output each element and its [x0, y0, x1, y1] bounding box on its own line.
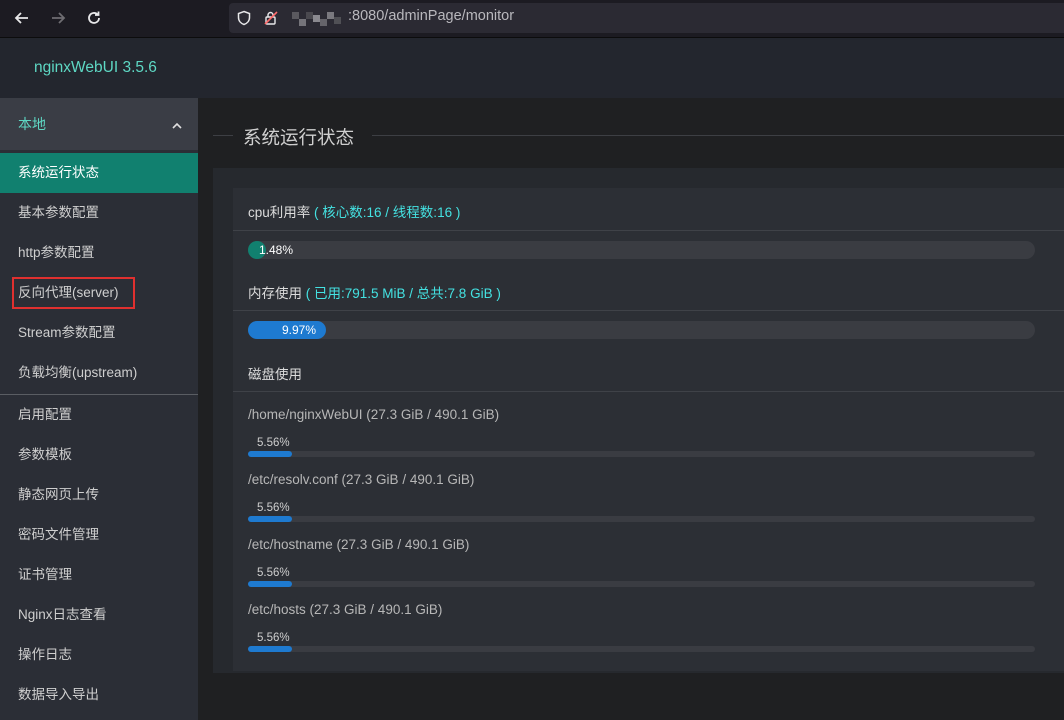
cpu-progress-bar: 1.48%: [248, 241, 1035, 259]
section-divider: [233, 391, 1064, 392]
browser-toolbar: :8080/adminPage/monitor: [0, 0, 1064, 38]
status-panel: cpu利用率 ( 核心数:16 / 线程数:16 ) 1.48% 内存使用 ( …: [213, 168, 1064, 673]
disk-item-percent: 5.56%: [257, 437, 290, 449]
reload-icon[interactable]: [84, 8, 104, 28]
disk-progress-bar: [248, 516, 1035, 522]
sidebar-item-static-upload[interactable]: 静态网页上传: [0, 475, 198, 515]
disk-progress-bar: [248, 451, 1035, 457]
legend-line-left: [213, 135, 233, 136]
highlight-box: [12, 277, 135, 309]
main-content: 系统运行状态 cpu利用率 ( 核心数:16 / 线程数:16 ) 1.48% …: [198, 98, 1064, 720]
sidebar-item-system-status[interactable]: 系统运行状态: [0, 153, 198, 193]
disk-item-name: /home/nginxWebUI (27.3 GiB / 490.1 GiB): [248, 407, 500, 422]
sidebar-item-import-export[interactable]: 数据导入导出: [0, 675, 198, 715]
memory-label: 内存使用 ( 已用:791.5 MiB / 总共:7.8 GiB ): [248, 282, 501, 302]
disk-progress-fill: [248, 516, 292, 522]
sidebar-item-password-files[interactable]: 密码文件管理: [0, 515, 198, 555]
memory-progress-bar: 9.97%: [248, 321, 1035, 339]
section-divider: [233, 230, 1064, 231]
status-card: cpu利用率 ( 核心数:16 / 线程数:16 ) 1.48% 内存使用 ( …: [233, 188, 1064, 671]
cpu-detail-text: ( 核心数:16 / 线程数:16 ): [314, 205, 461, 220]
disk-item-name: /etc/resolv.conf (27.3 GiB / 490.1 GiB): [248, 472, 475, 487]
disk-progress-fill: [248, 451, 292, 457]
disk-progress-fill: [248, 646, 292, 652]
sidebar-item-param-template[interactable]: 参数模板: [0, 435, 198, 475]
shield-icon[interactable]: [236, 10, 252, 30]
sidebar-item-operation-logs[interactable]: 操作日志: [0, 635, 198, 675]
cpu-label: cpu利用率 ( 核心数:16 / 线程数:16 ): [248, 201, 460, 221]
memory-label-text: 内存使用: [248, 286, 302, 301]
disk-item-name: /etc/hostname (27.3 GiB / 490.1 GiB): [248, 537, 470, 552]
back-arrow-icon[interactable]: [12, 8, 32, 28]
sidebar-item-certificates[interactable]: 证书管理: [0, 555, 198, 595]
cpu-percent: 1.48%: [259, 243, 294, 257]
app-logo[interactable]: nginxWebUI 3.5.6: [34, 59, 157, 77]
disk-progress-fill: [248, 581, 292, 587]
section-divider: [233, 310, 1064, 311]
sidebar-item-nginx-logs[interactable]: Nginx日志查看: [0, 595, 198, 635]
disk-item-percent: 5.56%: [257, 502, 290, 514]
disk-progress-bar: [248, 581, 1035, 587]
sidebar-group-title: 本地: [18, 117, 46, 133]
sidebar-item-basic-params[interactable]: 基本参数配置: [0, 193, 198, 233]
chevron-up-icon[interactable]: [171, 117, 183, 136]
sidebar-group-local[interactable]: 本地: [0, 98, 198, 150]
app-header: nginxWebUI 3.5.6: [0, 38, 1064, 98]
disk-progress-bar: [248, 646, 1035, 652]
memory-detail-text: ( 已用:791.5 MiB / 总共:7.8 GiB ): [305, 286, 501, 301]
memory-percent: 9.97%: [282, 323, 317, 337]
insecure-lock-icon[interactable]: [263, 10, 279, 30]
disk-label: 磁盘使用: [248, 367, 302, 382]
legend-line-right: [372, 135, 1064, 136]
disk-item-percent: 5.56%: [257, 632, 290, 644]
cpu-label-text: cpu利用率: [248, 205, 311, 220]
sidebar-item-http-params[interactable]: http参数配置: [0, 233, 198, 273]
sidebar-item-upstream[interactable]: 负载均衡(upstream): [0, 353, 198, 393]
sidebar-item-stream-params[interactable]: Stream参数配置: [0, 313, 198, 353]
disk-item-name: /etc/hosts (27.3 GiB / 490.1 GiB): [248, 602, 443, 617]
page-title: 系统运行状态: [243, 128, 355, 149]
sidebar: 本地 系统运行状态 基本参数配置 http参数配置 反向代理(server) S…: [0, 98, 198, 720]
sidebar-item-enable-config[interactable]: 启用配置: [0, 395, 198, 435]
url-text[interactable]: :8080/adminPage/monitor: [348, 8, 514, 24]
disk-item-percent: 5.56%: [257, 567, 290, 579]
forward-arrow-icon[interactable]: [48, 8, 68, 28]
